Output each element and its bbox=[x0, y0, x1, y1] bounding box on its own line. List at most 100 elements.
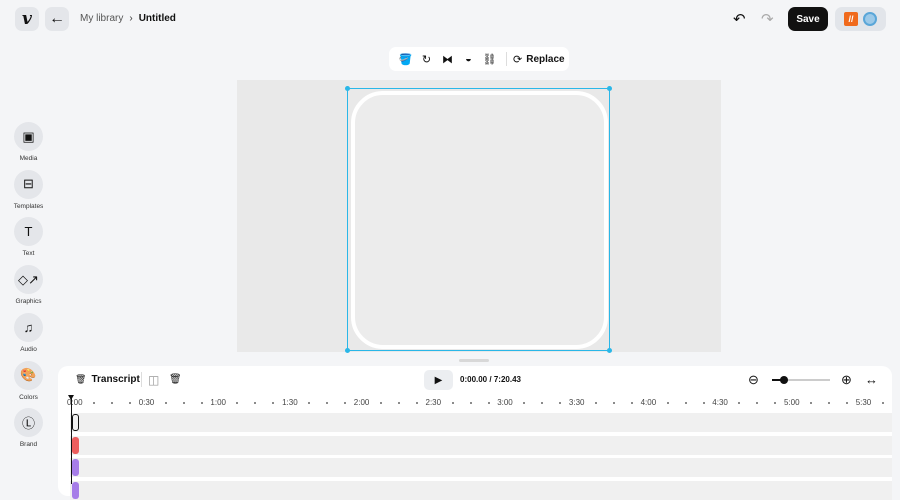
timeline-resize-handle[interactable] bbox=[459, 359, 489, 362]
zoom-out-button[interactable]: ⊖ bbox=[748, 372, 759, 388]
ruler-label: 5:00 bbox=[784, 398, 800, 407]
ruler-tick bbox=[846, 402, 848, 404]
current-time: 0:00.00 bbox=[460, 375, 487, 384]
ruler-label: 5:30 bbox=[856, 398, 872, 407]
time-separator: / bbox=[489, 375, 491, 384]
ruler-tick bbox=[828, 402, 830, 404]
ruler-tick bbox=[344, 402, 346, 404]
zoom-slider[interactable] bbox=[772, 379, 830, 381]
time-display: 0:00.00 / 7:20.43 bbox=[460, 375, 521, 384]
ruler-tick bbox=[595, 402, 597, 404]
media-icon: ▣ bbox=[14, 122, 43, 151]
ruler-tick bbox=[703, 402, 705, 404]
sidebar-item-label: Brand bbox=[4, 441, 53, 448]
timeline-track[interactable] bbox=[70, 413, 892, 432]
ruler-label: 1:00 bbox=[210, 398, 226, 407]
timeline-track[interactable] bbox=[70, 436, 892, 455]
sidebar-item-templates[interactable]: ⊟Templates bbox=[14, 170, 43, 210]
redo-button[interactable]: ↷ bbox=[761, 10, 774, 28]
ruler-tick bbox=[738, 402, 740, 404]
ruler-label: 2:30 bbox=[426, 398, 442, 407]
sidebar-item-brand[interactable]: ⓁBrand bbox=[14, 408, 43, 448]
avatar bbox=[863, 12, 877, 26]
project-title[interactable]: Untitled bbox=[139, 13, 176, 24]
ruler-tick bbox=[882, 402, 884, 404]
account-button[interactable]: // bbox=[835, 7, 886, 31]
timeline-track[interactable] bbox=[70, 481, 892, 500]
back-button[interactable]: ← bbox=[45, 7, 69, 31]
fit-timeline-button[interactable]: ↔ bbox=[865, 372, 878, 387]
undo-button[interactable]: ↶ bbox=[733, 10, 746, 28]
ruler-tick bbox=[308, 402, 310, 404]
ruler-tick bbox=[183, 402, 185, 404]
sidebar-item-colors[interactable]: 🎨Colors bbox=[14, 361, 43, 401]
track-clip[interactable] bbox=[72, 414, 79, 431]
zoom-in-button[interactable]: ⊕ bbox=[841, 372, 852, 388]
breadcrumb: My library › Untitled bbox=[80, 13, 176, 24]
ruler-tick bbox=[470, 402, 472, 404]
sidebar-item-media[interactable]: ▣Media bbox=[14, 122, 43, 162]
ruler-tick bbox=[631, 402, 633, 404]
ruler-tick bbox=[272, 402, 274, 404]
resize-handle[interactable] bbox=[345, 348, 350, 353]
ruler-tick bbox=[326, 402, 328, 404]
ruler-tick bbox=[667, 402, 669, 404]
link-icon[interactable]: ⛓ bbox=[479, 53, 500, 66]
resize-handle[interactable] bbox=[607, 348, 612, 353]
workspace-badge: // bbox=[844, 12, 858, 26]
play-button[interactable]: ▶ bbox=[424, 370, 453, 390]
selection-box[interactable] bbox=[347, 88, 610, 351]
sidebar-item-label: Graphics bbox=[4, 298, 53, 305]
ruler-tick bbox=[559, 402, 561, 404]
replace-icon[interactable]: ⟳ bbox=[513, 53, 522, 66]
ruler-tick bbox=[93, 402, 95, 404]
replace-button[interactable]: Replace bbox=[526, 54, 564, 65]
ruler-tick bbox=[541, 402, 543, 404]
playhead[interactable] bbox=[71, 398, 72, 484]
ruler-tick bbox=[201, 402, 203, 404]
vimeo-logo[interactable]: v bbox=[15, 7, 39, 31]
ruler-tick bbox=[452, 402, 454, 404]
ruler-label: 4:30 bbox=[712, 398, 728, 407]
ruler-label: 3:00 bbox=[497, 398, 513, 407]
playhead-marker[interactable] bbox=[68, 395, 74, 403]
resize-handle[interactable] bbox=[345, 86, 350, 91]
breadcrumb-my-library[interactable]: My library bbox=[80, 13, 123, 24]
save-button[interactable]: Save bbox=[788, 7, 828, 31]
sidebar-item-label: Media bbox=[4, 155, 53, 162]
colors-icon: 🎨 bbox=[14, 361, 43, 390]
chevron-right-icon: › bbox=[129, 13, 132, 24]
ruler-tick bbox=[613, 402, 615, 404]
ruler-tick bbox=[523, 402, 525, 404]
flip-icon[interactable]: ⧓ bbox=[437, 53, 458, 66]
track-clip[interactable] bbox=[72, 437, 79, 454]
zoom-slider-thumb[interactable] bbox=[780, 376, 788, 384]
ruler-label: 0:30 bbox=[139, 398, 155, 407]
split-button[interactable]: ◫ bbox=[148, 373, 159, 387]
track-clip[interactable] bbox=[72, 459, 79, 476]
track-clip[interactable] bbox=[72, 482, 79, 499]
ruler-tick bbox=[774, 402, 776, 404]
ruler-tick bbox=[398, 402, 400, 404]
ruler-tick bbox=[111, 402, 113, 404]
ruler-tick bbox=[416, 402, 418, 404]
text-icon: T bbox=[14, 217, 43, 246]
sidebar-item-text[interactable]: TText bbox=[14, 217, 43, 257]
delete-button[interactable]: 🗑 bbox=[169, 374, 182, 385]
sidebar-item-label: Audio bbox=[4, 346, 53, 353]
rotate-icon[interactable]: ↻ bbox=[416, 53, 437, 66]
opacity-icon[interactable]: ◒ bbox=[458, 53, 479, 65]
resize-handle[interactable] bbox=[607, 86, 612, 91]
time-ruler[interactable]: 0:000:301:001:302:002:303:003:304:004:30… bbox=[0, 398, 900, 410]
sidebar-item-audio[interactable]: ♫Audio bbox=[14, 313, 43, 353]
graphics-icon: ◇↗ bbox=[14, 265, 43, 294]
ruler-label: 2:00 bbox=[354, 398, 370, 407]
sidebar-item-graphics[interactable]: ◇↗Graphics bbox=[14, 265, 43, 305]
ruler-label: 1:30 bbox=[282, 398, 298, 407]
ruler-tick bbox=[129, 402, 131, 404]
ruler-tick bbox=[236, 402, 238, 404]
transcript-button[interactable]: 🗑Transcript bbox=[75, 374, 140, 385]
fill-color-icon[interactable]: 🪣 bbox=[395, 53, 416, 66]
timeline-track[interactable] bbox=[70, 458, 892, 477]
templates-icon: ⊟ bbox=[14, 170, 43, 199]
